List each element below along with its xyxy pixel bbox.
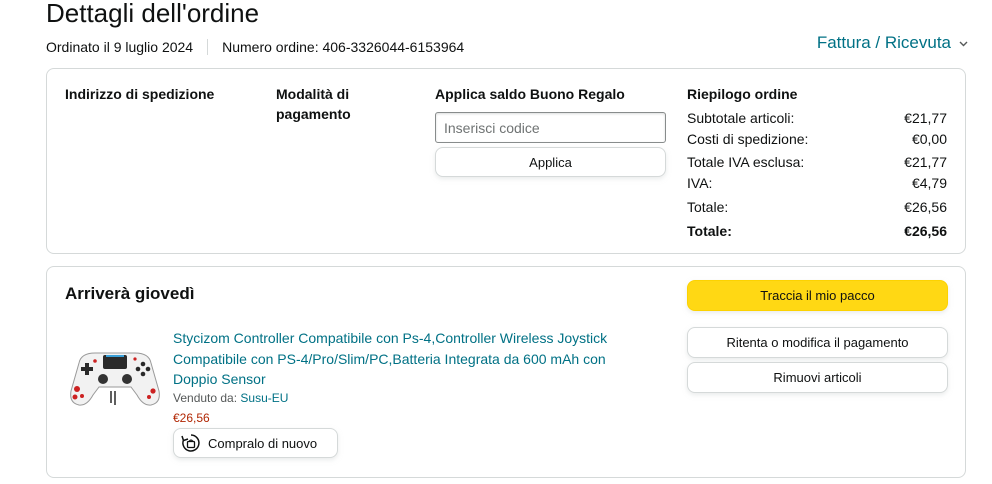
gift-code-input[interactable] [435, 112, 666, 143]
gift-card-title: Applica saldo Buono Regalo [435, 86, 625, 102]
summary-row-total: Totale: €26,56 [687, 198, 947, 216]
summary-value: €0,00 [911, 131, 947, 147]
payment-method-title: Modalità di pagamento [276, 86, 351, 122]
remove-items-button[interactable]: Rimuovi articoli [687, 362, 948, 393]
seller-link[interactable]: Susu-EU [240, 391, 288, 405]
order-summary: Subtotale articoli: €21,77 Costi di sped… [687, 109, 947, 240]
summary-row-vat: IVA: €4,79 [687, 174, 947, 192]
buy-again-label: Compralo di nuovo [208, 435, 318, 451]
buy-again-button[interactable]: Compralo di nuovo [173, 428, 338, 458]
apply-button[interactable]: Applica [435, 147, 666, 177]
product-image[interactable] [65, 333, 165, 413]
invoice-dropdown-link[interactable]: Fattura / Ricevuta [817, 33, 968, 53]
invoice-link-label: Fattura / Ricevuta [816, 33, 951, 52]
product-price: €26,56 [173, 411, 210, 425]
summary-row-grand-total: Totale: €26,56 [687, 222, 947, 240]
summary-value: €21,77 [904, 154, 947, 170]
meta-divider [207, 39, 209, 55]
summary-value: €26,56 [904, 223, 947, 239]
summary-value: €26,56 [904, 199, 947, 215]
summary-row-subtotal: Subtotale articoli: €21,77 [687, 109, 947, 127]
seller-prefix: Venduto da: [173, 391, 241, 405]
summary-label: Totale: [687, 223, 732, 239]
buy-again-icon [180, 432, 202, 454]
summary-label: IVA: [687, 175, 713, 191]
order-details-box: Indirizzo di spedizione Modalità di paga… [46, 68, 966, 254]
summary-label: Costi di spedizione: [687, 131, 809, 147]
order-date: Ordinato il 9 luglio 2024 [46, 39, 194, 55]
summary-value: €4,79 [911, 175, 947, 191]
seller-info: Venduto da: Susu-EU [173, 391, 288, 405]
summary-label: Totale: [687, 199, 729, 215]
page-title: Dettagli dell'ordine [46, 0, 260, 28]
chevron-down-icon [959, 39, 968, 50]
arrival-heading: Arriverà giovedì [65, 284, 195, 303]
summary-value: €21,77 [904, 110, 947, 126]
summary-row-shipping: Costi di spedizione: €0,00 [687, 130, 947, 148]
order-meta: Ordinato il 9 luglio 2024 Numero ordine:… [46, 38, 464, 56]
product-title-link[interactable]: Stycizom Controller Compatibile con Ps-4… [173, 328, 643, 390]
order-summary-title: Riepilogo ordine [687, 86, 798, 102]
order-number: Numero ordine: 406-3326044-6153964 [222, 39, 465, 55]
track-package-button[interactable]: Traccia il mio pacco [687, 280, 948, 311]
summary-row-total-no-vat: Totale IVA esclusa: €21,77 [687, 153, 947, 171]
shipment-box: Arriverà giovedì Stycizom Controller Com… [46, 266, 966, 478]
summary-label: Subtotale articoli: [687, 110, 795, 126]
summary-label: Totale IVA esclusa: [687, 154, 805, 170]
shipping-address-title: Indirizzo di spedizione [65, 86, 215, 102]
retry-payment-button[interactable]: Ritenta o modifica il pagamento [687, 327, 948, 358]
